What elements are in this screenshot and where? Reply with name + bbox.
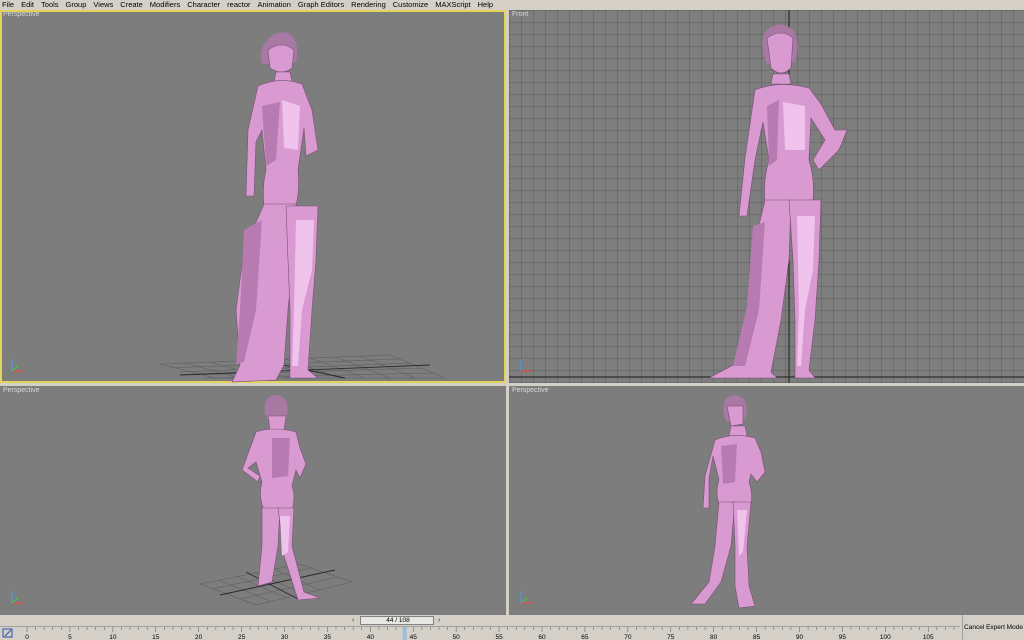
tick-label: 105 (923, 634, 934, 640)
menu-item-create[interactable]: Create (120, 0, 143, 10)
menu-item-help[interactable]: Help (478, 0, 493, 10)
menu-item-graph-editors[interactable]: Graph Editors (298, 0, 344, 10)
viewport-perspective-bottom-left[interactable]: Perspective (0, 386, 506, 615)
axis-tripod-icon (520, 359, 532, 372)
tick-label: 50 (453, 634, 461, 640)
tick-label: 35 (324, 634, 332, 640)
tick-label: 0 (25, 634, 29, 640)
viewport-label[interactable]: Perspective (3, 11, 40, 18)
viewport-label[interactable]: Front (512, 11, 528, 18)
menu-item-character[interactable]: Character (187, 0, 220, 10)
ground-grid (198, 563, 354, 606)
axis-tripod-icon (11, 591, 23, 604)
character-figure (241, 395, 321, 601)
menu-item-edit[interactable]: Edit (21, 0, 34, 10)
tick-label: 25 (238, 634, 246, 640)
menu-item-animation[interactable]: Animation (258, 0, 291, 10)
cancel-expert-mode-button[interactable]: Cancel Expert Mode (962, 615, 1024, 640)
tick-label: 65 (581, 634, 589, 640)
track-bar-ticks: 0 5 10 15 20 25 30 35 40 45 50 55 60 65 70 75 80 85 90 95 10… (25, 627, 955, 640)
character-figure (690, 395, 766, 609)
tick-label: 5 (68, 634, 72, 640)
axis-tripod-icon (520, 591, 532, 604)
menu-item-tools[interactable]: Tools (41, 0, 59, 10)
tick-label: 100 (880, 634, 891, 640)
menu-item-maxscript[interactable]: MAXScript (435, 0, 470, 10)
tick-label: 10 (109, 634, 117, 640)
front-scene (509, 10, 1024, 383)
menu-item-reactor[interactable]: reactor (227, 0, 250, 10)
perspective-scene-top-left (159, 32, 446, 383)
tick-label: 90 (796, 634, 804, 640)
character-figure (231, 32, 319, 383)
tick-label: 45 (410, 634, 418, 640)
tick-label: 55 (495, 634, 503, 640)
character-figure (708, 24, 848, 379)
tick-label: 75 (667, 634, 675, 640)
menu-bar: File Edit Tools Group Views Create Modifiers Ch… (0, 0, 1024, 10)
tick-label: 30 (281, 634, 289, 640)
slider-prev-icon[interactable]: ‹ (352, 616, 354, 625)
tick-label: 80 (710, 634, 718, 640)
menu-item-group[interactable]: Group (66, 0, 87, 10)
tick-label: 70 (624, 634, 632, 640)
perspective-scene-bottom-right (690, 395, 766, 609)
slider-track[interactable]: 44 / 108 (360, 616, 434, 625)
menu-item-views[interactable]: Views (93, 0, 113, 10)
tick-label: 40 (367, 634, 375, 640)
tick-label: 15 (152, 634, 160, 640)
frame-counter[interactable]: 44 / 108 (361, 617, 435, 624)
key-mode-icon[interactable] (2, 627, 14, 639)
menu-item-rendering[interactable]: Rendering (351, 0, 386, 10)
menu-item-modifiers[interactable]: Modifiers (150, 0, 180, 10)
current-frame-marker[interactable] (402, 627, 407, 640)
menu-item-customize[interactable]: Customize (393, 0, 428, 10)
menu-item-file[interactable]: File (2, 0, 14, 10)
tick-label: 20 (195, 634, 203, 640)
viewport-label[interactable]: Perspective (3, 387, 40, 394)
perspective-scene-bottom-left (198, 395, 354, 606)
tick-label: 95 (839, 634, 847, 640)
axis-tripod-icon (11, 359, 23, 372)
tick-label: 85 (753, 634, 761, 640)
viewport-label[interactable]: Perspective (512, 387, 549, 394)
viewport-perspective-top-left[interactable]: Perspective (0, 10, 506, 383)
track-bar[interactable]: 0 5 10 15 20 25 30 35 40 45 50 55 60 65 70 75 80 85 90 95 10… (0, 626, 960, 640)
tick-label: 60 (538, 634, 546, 640)
viewport-front[interactable]: Front (509, 10, 1024, 383)
time-slider[interactable]: ‹ 44 / 108 › (0, 615, 1024, 626)
slider-next-icon[interactable]: › (438, 616, 440, 625)
viewport-perspective-bottom-right[interactable]: Perspective (509, 386, 1024, 615)
